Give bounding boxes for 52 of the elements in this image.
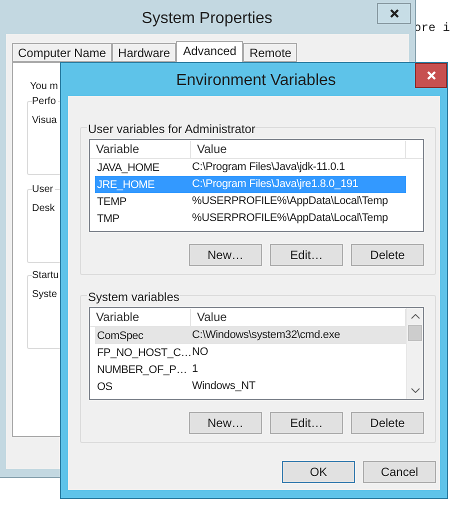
scroll-up-icon[interactable] [410,314,420,319]
variable-name: JRE_HOME [97,179,154,192]
list-row[interactable]: FP_NO_HOST_C…NO [95,344,406,361]
variable-name: OS [97,381,112,394]
dialog-button[interactable]: New… [189,244,262,266]
column-header[interactable]: Variable [90,309,191,326]
variable-value: NO [191,345,208,360]
scroll-thumb[interactable] [408,325,422,341]
cancel-button[interactable]: Cancel [363,461,436,483]
ok-button[interactable]: OK [282,461,355,483]
variable-value: %USERPROFILE%\AppData\Local\Temp [191,211,388,226]
scroll-down-icon[interactable] [410,388,420,393]
column-header[interactable]: Variable [90,141,191,158]
close-button[interactable] [415,63,447,88]
tab[interactable]: Hardware [112,43,176,62]
column-header[interactable]: Value [191,141,406,158]
list-row[interactable]: NUMBER_OF_P… 1 [95,361,406,378]
window-title: System Properties [140,9,274,29]
dialog-button[interactable]: Edit… [270,412,343,434]
dialog-title: Environment Variables [175,71,337,91]
variable-value: C:\Windows\system32\cmd.exe [191,328,340,344]
dialog-button[interactable]: New… [189,412,262,434]
variable-value: C:\Program Files\Java\jre1.8.0_191 [191,177,358,192]
list-row[interactable]: TMP %USERPROFILE%\AppData\Local\Temp [95,210,406,227]
variable-name: ComSpec [97,330,144,342]
variable-value: Windows_NT [191,379,256,394]
tab[interactable]: Advanced [176,41,244,63]
variable-name: TEMP [97,196,126,208]
variable-value: 1 [191,362,198,378]
scrollbar[interactable] [406,308,423,399]
variable-name: JAVA_HOME [97,162,160,174]
group-text: Visua [32,114,57,128]
tab[interactable]: Remote [243,43,298,62]
close-button[interactable] [377,3,411,24]
variable-name: FP_NO_HOST_C… [97,347,192,360]
tab[interactable]: Computer Name [12,43,112,62]
dialog-button[interactable]: Delete [351,244,424,266]
variable-name: NUMBER_OF_P… [97,364,187,376]
list-row[interactable]: JAVA_HOME C:\Program Files\Java\jdk-11.0.1 [95,159,406,176]
intro-text: You m [30,80,58,94]
group-text: Syste [32,288,58,302]
variable-name: TMP [97,213,120,226]
variable-value: C:\Program Files\Java\jdk-11.0.1 [191,160,345,176]
list-row[interactable]: TEMP %USERPROFILE%\AppData\Local\Temp [95,193,406,210]
variable-value: %USERPROFILE%\AppData\Local\Temp [191,194,388,210]
close-icon [426,71,436,80]
list-row[interactable]: OS Windows_NT [95,378,406,395]
list-row[interactable]: ComSpec C:\Windows\system32\cmd.exe [95,327,406,344]
close-icon [390,9,398,18]
group-text: Desk [32,202,55,216]
dialog-button[interactable]: Delete [351,412,424,434]
dialog-button[interactable]: Edit… [270,244,343,266]
